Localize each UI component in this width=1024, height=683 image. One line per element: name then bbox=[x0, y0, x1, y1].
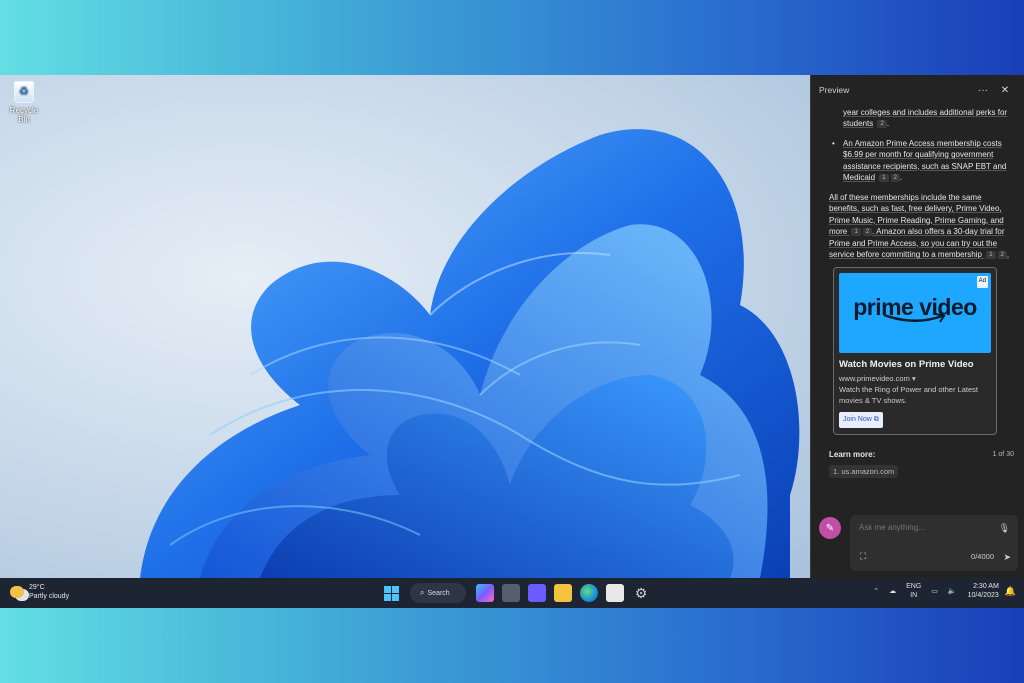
teams-chat-icon[interactable] bbox=[528, 584, 546, 602]
source-pager[interactable]: 1 of 30 bbox=[993, 451, 1014, 458]
recycle-bin-label: Recycle Bin bbox=[9, 106, 39, 124]
windows-logo-icon bbox=[383, 585, 399, 601]
settings-gear-icon[interactable]: ⚙ bbox=[632, 584, 650, 602]
chat-response: Prime is for members enrolled in two- or… bbox=[811, 105, 1024, 265]
learn-more-label: Learn more: bbox=[829, 449, 876, 459]
list-item: An Amazon Prime Access membership costs … bbox=[829, 138, 1012, 184]
ad-wrapper: Ad prime video Watch Movies on Prime Vid… bbox=[811, 267, 1024, 435]
chevron-up-icon[interactable]: ⌃ bbox=[873, 587, 879, 595]
ad-url[interactable]: www.primevideo.com ▾ bbox=[839, 373, 991, 385]
recycle-bin-icon bbox=[14, 81, 34, 103]
file-explorer-icon[interactable] bbox=[554, 584, 572, 602]
citation-badge[interactable]: 1 bbox=[879, 174, 889, 182]
network-icon[interactable]: ▭ bbox=[931, 587, 938, 595]
search-label: Search bbox=[427, 589, 450, 597]
task-view-icon[interactable] bbox=[502, 584, 520, 602]
prime-video-ad-card[interactable]: Ad prime video Watch Movies on Prime Vid… bbox=[833, 267, 997, 435]
onedrive-cloud-icon[interactable]: ☁ bbox=[889, 587, 896, 595]
new-topic-icon[interactable]: ✎ bbox=[819, 517, 841, 539]
ad-description: Watch the Ring of Power and other Latest… bbox=[839, 385, 978, 405]
partly-cloudy-icon bbox=[10, 586, 24, 598]
image-scan-icon[interactable]: ⛶ bbox=[860, 551, 866, 562]
citation-badge[interactable]: 1 bbox=[851, 228, 861, 236]
microsoft-store-icon[interactable] bbox=[606, 584, 624, 602]
weather-condition: Partly cloudy bbox=[29, 593, 70, 600]
citation-badge[interactable]: 2 bbox=[890, 174, 900, 182]
send-icon[interactable]: ➤ bbox=[1003, 552, 1011, 563]
amazon-smile-icon bbox=[883, 312, 946, 323]
temperature: 29°C bbox=[29, 584, 45, 591]
citation-badge[interactable]: 1 bbox=[986, 251, 996, 259]
top-fragment-text: Prime is for members enrolled in two- or… bbox=[843, 107, 1008, 129]
recycle-bin[interactable]: Recycle Bin bbox=[4, 81, 44, 124]
source-link[interactable]: 1. us.amazon.com bbox=[829, 464, 899, 478]
citation-badge[interactable]: 2 bbox=[862, 228, 873, 236]
chat-input[interactable] bbox=[859, 523, 989, 532]
weather-text: 29°C Partly cloudy bbox=[29, 583, 69, 601]
ad-tag: Ad bbox=[976, 276, 988, 288]
volume-icon[interactable]: 🔈 bbox=[948, 587, 957, 595]
taskbar-apps: ⌕ Search ⚙ bbox=[378, 583, 654, 603]
edge-browser-icon[interactable] bbox=[580, 584, 598, 602]
benefits-paragraph: All of these memberships include the sam… bbox=[829, 192, 1010, 259]
bloom-wallpaper-art bbox=[140, 129, 800, 578]
panel-title: Preview bbox=[819, 85, 850, 95]
citation-badge[interactable]: 2 bbox=[877, 120, 887, 128]
close-button[interactable]: ✕ bbox=[994, 85, 1016, 96]
taskbar: 29°C Partly cloudy ⌕ Search ⚙ ⌃ ☁ ENG IN… bbox=[0, 578, 1024, 608]
weather-widget[interactable]: 29°C Partly cloudy bbox=[10, 583, 69, 601]
top-fragment: Prime is for members enrolled in two- or… bbox=[829, 105, 1012, 130]
copilot-panel: Preview ··· ✕ Prime is for members enrol… bbox=[810, 75, 1024, 578]
chat-composer: ✎ 🎙 ⛶ 0/4000 ➤ bbox=[819, 515, 1021, 571]
chat-box: 🎙 ⛶ 0/4000 ➤ bbox=[850, 515, 1018, 571]
taskbar-search[interactable]: ⌕ Search bbox=[410, 583, 466, 603]
desktop-screen: Recycle Bin Preview ··· ✕ Prime is for m… bbox=[0, 75, 1024, 608]
lang-top: ENG bbox=[906, 583, 922, 590]
join-now-button[interactable]: Join Now ⧉ bbox=[839, 412, 883, 428]
panel-header: Preview ··· ✕ bbox=[811, 75, 1024, 105]
lang-bottom: IN bbox=[910, 592, 918, 599]
search-icon: ⌕ bbox=[420, 588, 425, 597]
copilot-icon[interactable] bbox=[476, 584, 494, 602]
citation-badge[interactable]: 2 bbox=[997, 251, 1007, 259]
start-button[interactable] bbox=[382, 584, 400, 602]
clock-time: 2:30 AM bbox=[973, 583, 999, 590]
notification-bell-icon[interactable]: 🔔 bbox=[1005, 586, 1016, 597]
ad-banner[interactable]: Ad prime video bbox=[839, 273, 991, 353]
more-options-button[interactable]: ··· bbox=[972, 85, 994, 96]
wallpaper: Recycle Bin bbox=[0, 75, 810, 578]
char-counter: 0/4000 bbox=[971, 552, 994, 561]
language-indicator[interactable]: ENG IN bbox=[906, 582, 921, 600]
clock-date: 10/4/2023 bbox=[967, 592, 999, 599]
learn-more-row: Learn more: 1 of 30 bbox=[811, 450, 1024, 459]
membership-list: An Amazon Prime Access membership costs … bbox=[829, 138, 1012, 184]
ad-title[interactable]: Watch Movies on Prime Video bbox=[839, 359, 991, 371]
clock[interactable]: 2:30 AM 10/4/2023 bbox=[968, 582, 999, 600]
system-tray: ⌃ ☁ ENG IN ▭ 🔈 2:30 AM 10/4/2023 🔔 bbox=[868, 582, 1016, 600]
microphone-icon[interactable]: 🎙 bbox=[999, 523, 1010, 534]
bullet-access-text: An Amazon Prime Access membership costs … bbox=[843, 138, 1007, 183]
